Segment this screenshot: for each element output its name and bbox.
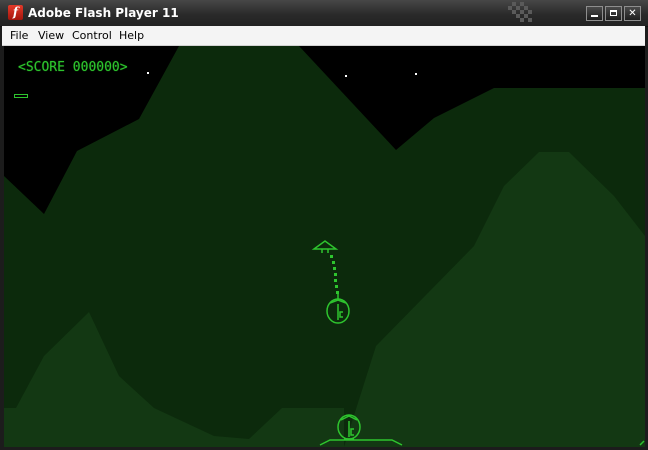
- maximize-icon: [610, 10, 617, 16]
- game-stage[interactable]: <SCORE 000000>: [4, 46, 645, 447]
- minimize-icon: [591, 15, 598, 17]
- star: [345, 75, 347, 77]
- menu-control[interactable]: Control: [72, 28, 112, 43]
- minimize-button[interactable]: [586, 6, 603, 21]
- fuel-gauge-icon: [14, 94, 28, 98]
- app-window: f Adobe Flash Player 11 ✕ File View Cont…: [0, 0, 648, 450]
- star: [415, 73, 417, 75]
- window-title: Adobe Flash Player 11: [28, 6, 179, 20]
- title-decoration-icon: [508, 2, 532, 22]
- menu-bar: File View Control Help: [2, 26, 645, 46]
- flash-player-icon: f: [8, 5, 23, 20]
- close-icon: ✕: [628, 8, 637, 19]
- title-bar[interactable]: f Adobe Flash Player 11 ✕: [0, 0, 648, 27]
- menu-file[interactable]: File: [10, 28, 28, 43]
- game-scene: [4, 46, 645, 447]
- close-button[interactable]: ✕: [624, 6, 641, 21]
- maximize-button[interactable]: [605, 6, 622, 21]
- menu-view[interactable]: View: [38, 28, 64, 43]
- score-display: <SCORE 000000>: [18, 60, 128, 75]
- star: [147, 72, 149, 74]
- menu-help[interactable]: Help: [119, 28, 144, 43]
